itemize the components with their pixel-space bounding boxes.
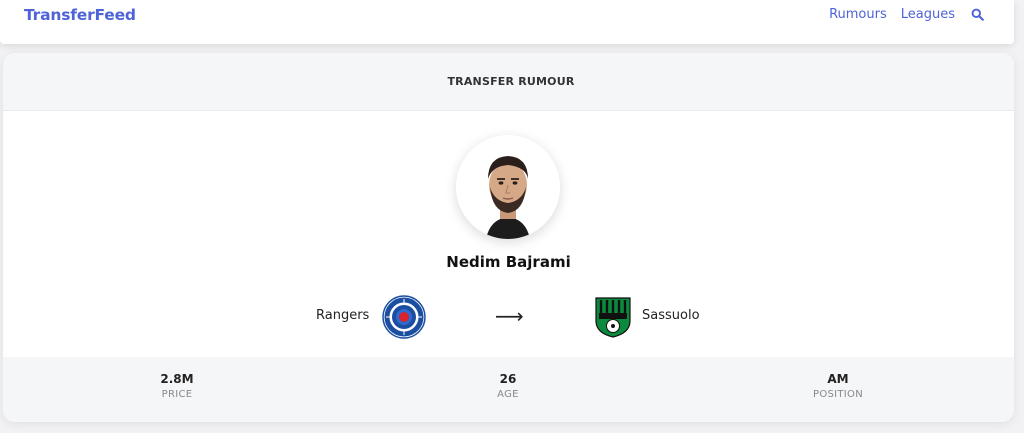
stat-age: 26 AGE [428, 372, 588, 400]
card-title: TRANSFER RUMOUR [447, 75, 575, 88]
nav-link-leagues[interactable]: Leagues [901, 7, 955, 22]
nav-link-rumours[interactable]: Rumours [829, 7, 887, 22]
stat-price-label: PRICE [161, 389, 193, 400]
stat-position-label: POSITION [812, 389, 863, 400]
transfer-route: Rangers ⟶ Sassuolo [3, 293, 1014, 341]
card-header: TRANSFER RUMOUR [3, 53, 1014, 111]
stat-age-value: 26 [499, 372, 517, 386]
stat-price: 2.8M PRICE [97, 372, 257, 400]
brand-logo[interactable]: TransferFeed [24, 6, 136, 24]
stat-age-label: AGE [497, 389, 519, 400]
player-avatar [456, 135, 560, 239]
search-icon[interactable] [971, 8, 984, 21]
main-nav: Rumours Leagues [829, 7, 984, 22]
player-name[interactable]: Nedim Bajrami [3, 253, 1014, 271]
sassuolo-crest-icon[interactable] [593, 295, 633, 339]
player-photo [456, 135, 560, 239]
rangers-crest-icon[interactable] [382, 295, 426, 339]
stat-position: AM POSITION [758, 372, 918, 400]
stat-position-value: AM [827, 372, 849, 386]
to-club-name[interactable]: Sassuolo [642, 308, 700, 323]
transfer-rumour-card[interactable]: TRANSFER RUMOUR Nedim Bajrami Rangers ⟶ … [3, 53, 1014, 422]
from-club-name[interactable]: Rangers [316, 308, 369, 323]
transfer-arrow-icon: ⟶ [495, 304, 524, 328]
top-navbar: TransferFeed Rumours Leagues [0, 0, 1014, 44]
stats-bar: 2.8M PRICE 26 AGE AM POSITION [3, 357, 1014, 422]
stat-price-value: 2.8M [160, 372, 194, 386]
